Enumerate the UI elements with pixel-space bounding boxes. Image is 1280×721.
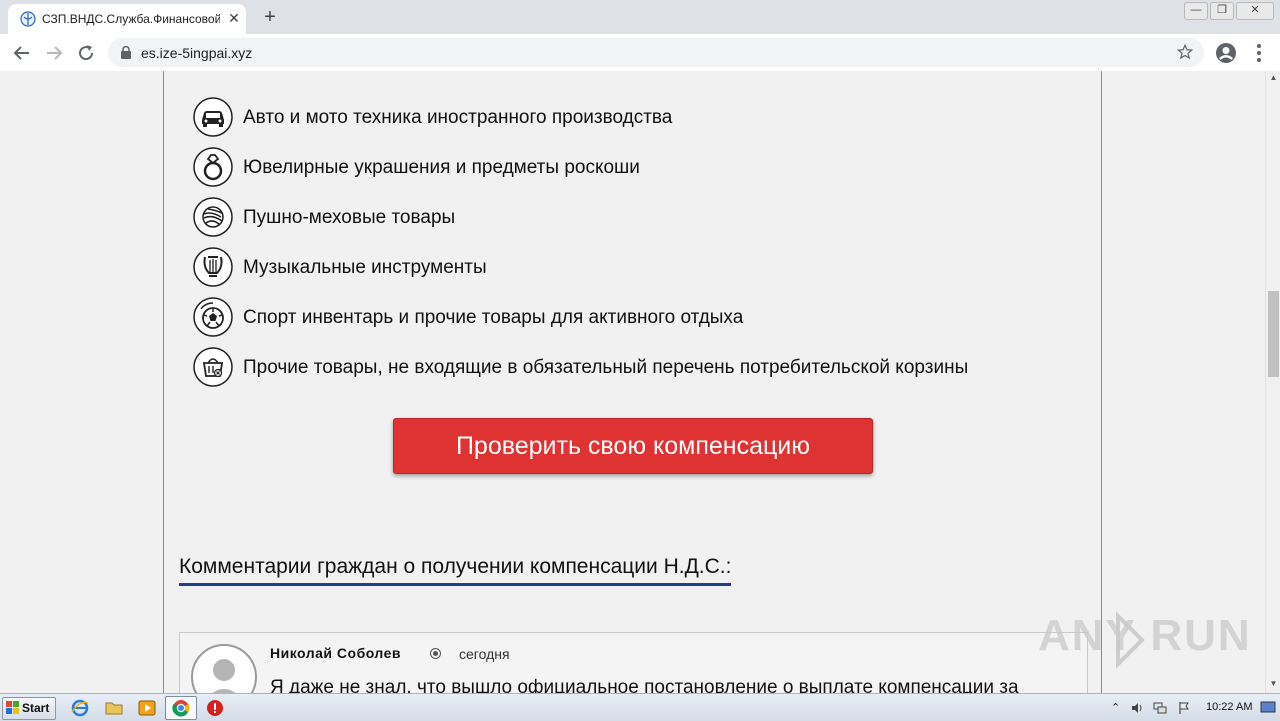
category-item-other: Прочие товары, не входящие в обязательны… bbox=[193, 347, 1073, 387]
category-item-music: Музыкальные инструменты bbox=[193, 247, 1073, 287]
windows-taskbar: Start ⌃ 10:22 AM bbox=[0, 693, 1280, 721]
reload-icon[interactable] bbox=[74, 41, 98, 65]
new-tab-button[interactable]: + bbox=[259, 6, 281, 28]
folder-icon[interactable] bbox=[104, 698, 124, 718]
category-label: Спорт инвентарь и прочие товары для акти… bbox=[243, 307, 744, 328]
lyre-icon bbox=[193, 247, 233, 287]
comments-heading: Комментарии граждан о получении компенса… bbox=[179, 555, 732, 586]
category-label: Прочие товары, не входящие в обязательны… bbox=[243, 357, 969, 378]
basket-icon bbox=[193, 347, 233, 387]
category-label: Авто и мото техника иностранного произво… bbox=[243, 107, 673, 128]
category-label: Ювелирные украшения и предметы роскоши bbox=[243, 157, 640, 178]
tray-expand-icon[interactable]: ⌃ bbox=[1111, 701, 1125, 715]
category-label: Музыкальные инструменты bbox=[243, 257, 487, 278]
internet-explorer-icon[interactable] bbox=[70, 698, 90, 718]
tab-close-icon[interactable]: ✕ bbox=[226, 10, 242, 26]
kebab-menu-icon[interactable] bbox=[1249, 42, 1269, 64]
watermark-text: ANY RUN bbox=[1038, 611, 1252, 660]
close-window-button[interactable]: ✕ bbox=[1236, 2, 1274, 20]
category-item-jewelry: Ювелирные украшения и предметы роскоши bbox=[193, 147, 1073, 187]
category-item-sport: Спорт инвентарь и прочие товары для акти… bbox=[193, 297, 1073, 337]
network-icon[interactable] bbox=[1153, 701, 1167, 715]
bookmark-star-icon[interactable] bbox=[1176, 43, 1194, 61]
car-icon bbox=[193, 97, 233, 137]
stop-sign-icon[interactable] bbox=[205, 698, 225, 718]
browser-toolbar: es.ize-5ingpai.xyz bbox=[0, 34, 1280, 72]
user-avatar-icon bbox=[212, 659, 236, 693]
browser-titlebar: СЗП.ВНДС.Служба.Финансовой.За ✕ + — ❐ ✕ bbox=[0, 0, 1280, 34]
category-item-fur: Пушно-меховые товары bbox=[193, 197, 1073, 237]
address-bar[interactable]: es.ize-5ingpai.xyz bbox=[108, 38, 1204, 67]
comment-text: Я даже не знал, что вышло официальное по… bbox=[270, 677, 1019, 693]
back-arrow-icon[interactable] bbox=[10, 41, 34, 65]
scroll-down-arrow-icon[interactable]: ▼ bbox=[1266, 679, 1280, 691]
page-viewport: Авто и мото техника иностранного произво… bbox=[0, 71, 1265, 693]
chrome-icon bbox=[172, 700, 190, 717]
scroll-up-arrow-icon[interactable]: ▲ bbox=[1266, 73, 1280, 85]
scroll-thumb[interactable] bbox=[1268, 291, 1279, 377]
profile-icon[interactable] bbox=[1215, 42, 1237, 64]
check-compensation-button[interactable]: Проверить свою компенсацию bbox=[393, 418, 873, 474]
url-text[interactable]: es.ize-5ingpai.xyz bbox=[141, 45, 252, 61]
radio-dot-icon bbox=[430, 648, 441, 659]
browser-tab[interactable]: СЗП.ВНДС.Служба.Финансовой.За ✕ bbox=[8, 4, 246, 34]
chrome-taskbar-button[interactable] bbox=[165, 696, 197, 720]
category-item-cars: Авто и мото техника иностранного произво… bbox=[193, 97, 1073, 137]
minimize-button[interactable]: — bbox=[1184, 2, 1208, 20]
page-scrollbar[interactable]: ▲ ▼ bbox=[1265, 71, 1280, 693]
lock-icon bbox=[121, 46, 131, 59]
category-label: Пушно-меховые товары bbox=[243, 207, 456, 228]
start-label: Start bbox=[22, 701, 50, 715]
windows-logo-icon bbox=[6, 701, 19, 714]
fur-icon bbox=[193, 197, 233, 237]
comment-card: Николай Соболев сегодня Я даже не знал, … bbox=[179, 632, 1088, 693]
start-button[interactable]: Start bbox=[2, 697, 56, 720]
forward-arrow-icon[interactable] bbox=[42, 41, 66, 65]
avatar bbox=[191, 644, 257, 693]
show-desktop-icon[interactable] bbox=[1260, 700, 1276, 714]
tab-title: СЗП.ВНДС.Служба.Финансовой.За bbox=[42, 12, 220, 26]
media-player-icon[interactable] bbox=[137, 698, 157, 718]
soccer-ball-icon bbox=[193, 297, 233, 337]
volume-icon[interactable] bbox=[1130, 701, 1144, 715]
content-column: Авто и мото техника иностранного произво… bbox=[163, 71, 1102, 693]
action-center-flag-icon[interactable] bbox=[1177, 701, 1191, 715]
comment-author: Николай Соболев bbox=[270, 645, 402, 661]
site-favicon-icon bbox=[20, 11, 36, 27]
restore-button[interactable]: ❐ bbox=[1210, 2, 1234, 20]
taskbar-clock: 10:22 AM bbox=[1206, 701, 1253, 713]
ring-icon bbox=[193, 147, 233, 187]
comment-date: сегодня bbox=[459, 646, 510, 662]
